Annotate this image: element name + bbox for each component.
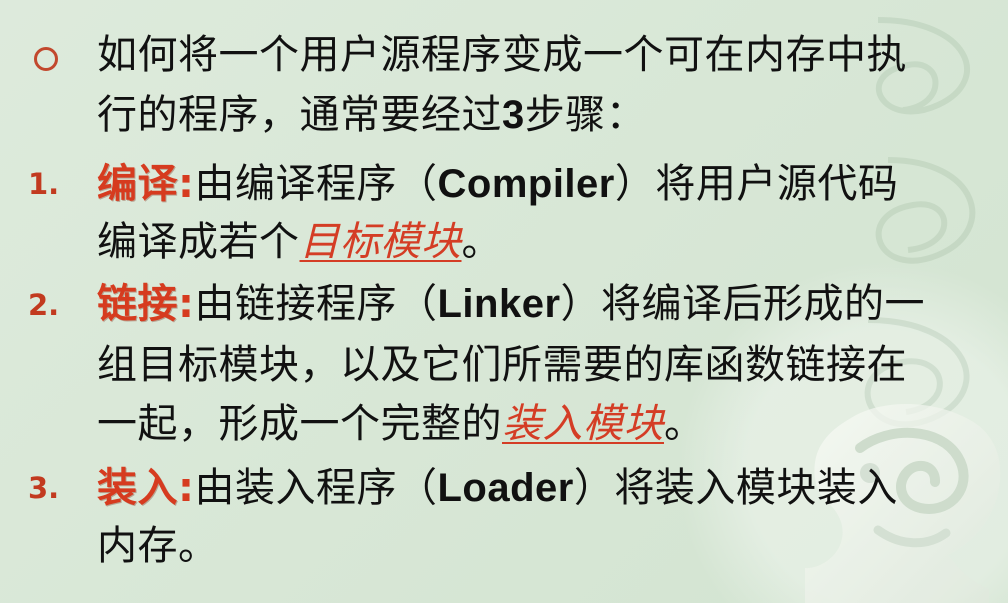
item-1-highlight-link[interactable]: 目标模块 [300, 219, 462, 265]
item-3-line-2: 内存。 [97, 526, 219, 566]
item-1-line-2-suffix: 。 [461, 219, 502, 265]
intro-text-line-1: 如何将一个用户源程序变成一个可在内存中执 [97, 32, 907, 78]
item-2-colon: : [178, 281, 195, 327]
item-1-term: 编译 [97, 161, 178, 207]
item-3-line-1: 装入:由装入程序（Loader）将装入模块装入 [97, 468, 898, 508]
item-3-latin: Loader [437, 466, 574, 510]
item-3-line-2-text: 内存。 [97, 523, 219, 569]
item-3-number: 3. [28, 471, 60, 505]
item-2-line-2-text: 组目标模块，以及它们所需要的库函数链接在 [97, 342, 907, 388]
circle-bullet-icon [34, 47, 58, 71]
intro-line-1: 如何将一个用户源程序变成一个可在内存中执 [97, 35, 907, 75]
item-1-line-1-suffix: ）将用户源代码 [614, 161, 899, 207]
item-2-line-1-prefix: 由链接程序（ [194, 281, 438, 327]
item-2-line-3-prefix: 一起，形成一个完整的 [97, 401, 502, 447]
item-3-line-1-suffix: ）将装入模块装入 [573, 465, 898, 511]
item-1-line-1-prefix: 由编译程序（ [194, 161, 438, 207]
item-1-line-1: 编译:由编译程序（Compiler）将用户源代码 [97, 164, 898, 204]
item-1-line-2-prefix: 编译成若个 [97, 219, 300, 265]
item-2-latin: Linker [437, 282, 561, 326]
item-2-line-3-suffix: 。 [664, 401, 705, 447]
item-2-line-1-suffix: ）将编译后形成的一 [560, 281, 926, 327]
item-2-line-1: 链接:由链接程序（Linker）将编译后形成的一 [97, 284, 925, 324]
item-1-line-2: 编译成若个目标模块。 [97, 222, 502, 262]
item-2-number: 2. [28, 288, 60, 322]
intro-text-line-2-prefix: 行的程序，通常要经过 [97, 92, 502, 138]
item-1-number: 1. [28, 167, 60, 201]
item-3-colon: : [178, 465, 195, 511]
item-2-line-3: 一起，形成一个完整的装入模块。 [97, 404, 705, 444]
item-2-term: 链接 [97, 281, 178, 327]
intro-text-line-2-suffix: 步骤： [524, 92, 647, 138]
slide-content: 如何将一个用户源程序变成一个可在内存中执 行的程序，通常要经过3步骤： 1. 编… [0, 0, 1008, 603]
intro-step-count: 3 [502, 93, 525, 137]
intro-line-2: 行的程序，通常要经过3步骤： [97, 95, 646, 135]
item-2-line-2: 组目标模块，以及它们所需要的库函数链接在 [97, 345, 907, 385]
item-1-colon: : [178, 161, 195, 207]
item-2-highlight-link[interactable]: 装入模块 [502, 401, 664, 447]
item-3-term: 装入 [97, 465, 178, 511]
item-3-line-1-prefix: 由装入程序（ [194, 465, 438, 511]
item-1-latin: Compiler [437, 162, 615, 206]
